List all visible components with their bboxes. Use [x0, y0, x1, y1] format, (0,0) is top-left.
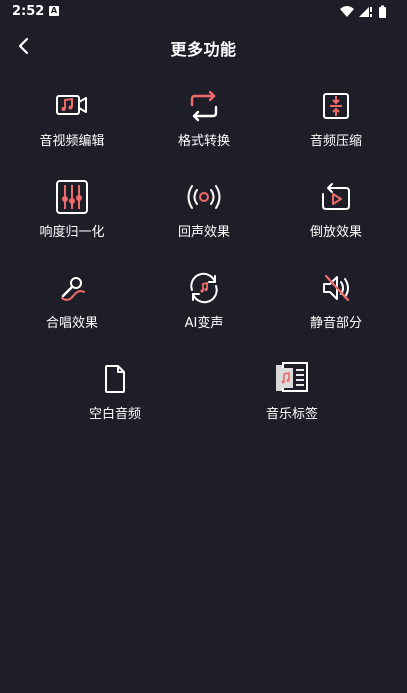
loudness-normalize-icon [54, 179, 90, 215]
ai-voice-change-icon [186, 270, 222, 306]
tool-chorus-effect[interactable]: 合唱效果 [4, 270, 140, 340]
tool-format-convert[interactable]: 格式转换 [136, 88, 272, 158]
status-time: 2:52 [12, 4, 45, 19]
tool-label: 音乐标签 [265, 407, 318, 422]
chorus-microphone-icon [54, 270, 90, 306]
notification-icon: A [49, 6, 59, 16]
tool-blank-audio[interactable]: 空白音频 [47, 361, 183, 431]
tool-label: 空白音频 [88, 407, 141, 422]
tool-reverse-effect[interactable]: 倒放效果 [268, 179, 404, 249]
tool-music-tag[interactable]: 音乐标签 [224, 361, 360, 431]
tool-label: 回声效果 [177, 225, 230, 240]
tool-label: 音视频编辑 [39, 134, 105, 149]
audio-video-edit-icon [54, 88, 90, 124]
tool-audio-compress[interactable]: 音频压缩 [268, 88, 404, 158]
tool-label: 响度归一化 [39, 225, 105, 240]
status-bar: 2:52 A [0, 0, 407, 24]
page-title: 更多功能 [170, 40, 237, 59]
audio-compress-icon [318, 88, 354, 124]
signal-icon [359, 7, 372, 17]
tool-mute-part[interactable]: 静音部分 [268, 270, 404, 340]
mute-speaker-icon [318, 270, 354, 306]
tool-ai-voice[interactable]: AI变声 [136, 270, 272, 340]
header: 更多功能 [0, 28, 407, 66]
battery-icon [379, 5, 386, 18]
tool-label: 倒放效果 [309, 225, 362, 240]
tool-label: 格式转换 [177, 134, 230, 149]
echo-effect-icon [186, 179, 222, 215]
format-convert-icon [186, 88, 222, 124]
music-tag-icon [274, 361, 310, 397]
tool-audio-video-edit[interactable]: 音视频编辑 [4, 88, 140, 158]
tool-echo-effect[interactable]: 回声效果 [136, 179, 272, 249]
tool-label: 合唱效果 [45, 316, 98, 331]
tool-label: 静音部分 [309, 316, 362, 331]
tool-loudness-normalize[interactable]: 响度归一化 [4, 179, 140, 249]
tool-label: 音频压缩 [309, 134, 362, 149]
reverse-effect-icon [318, 179, 354, 215]
blank-file-icon [97, 361, 133, 397]
tool-label: AI变声 [184, 316, 224, 331]
status-icons [339, 5, 395, 19]
wifi-icon [340, 6, 354, 17]
